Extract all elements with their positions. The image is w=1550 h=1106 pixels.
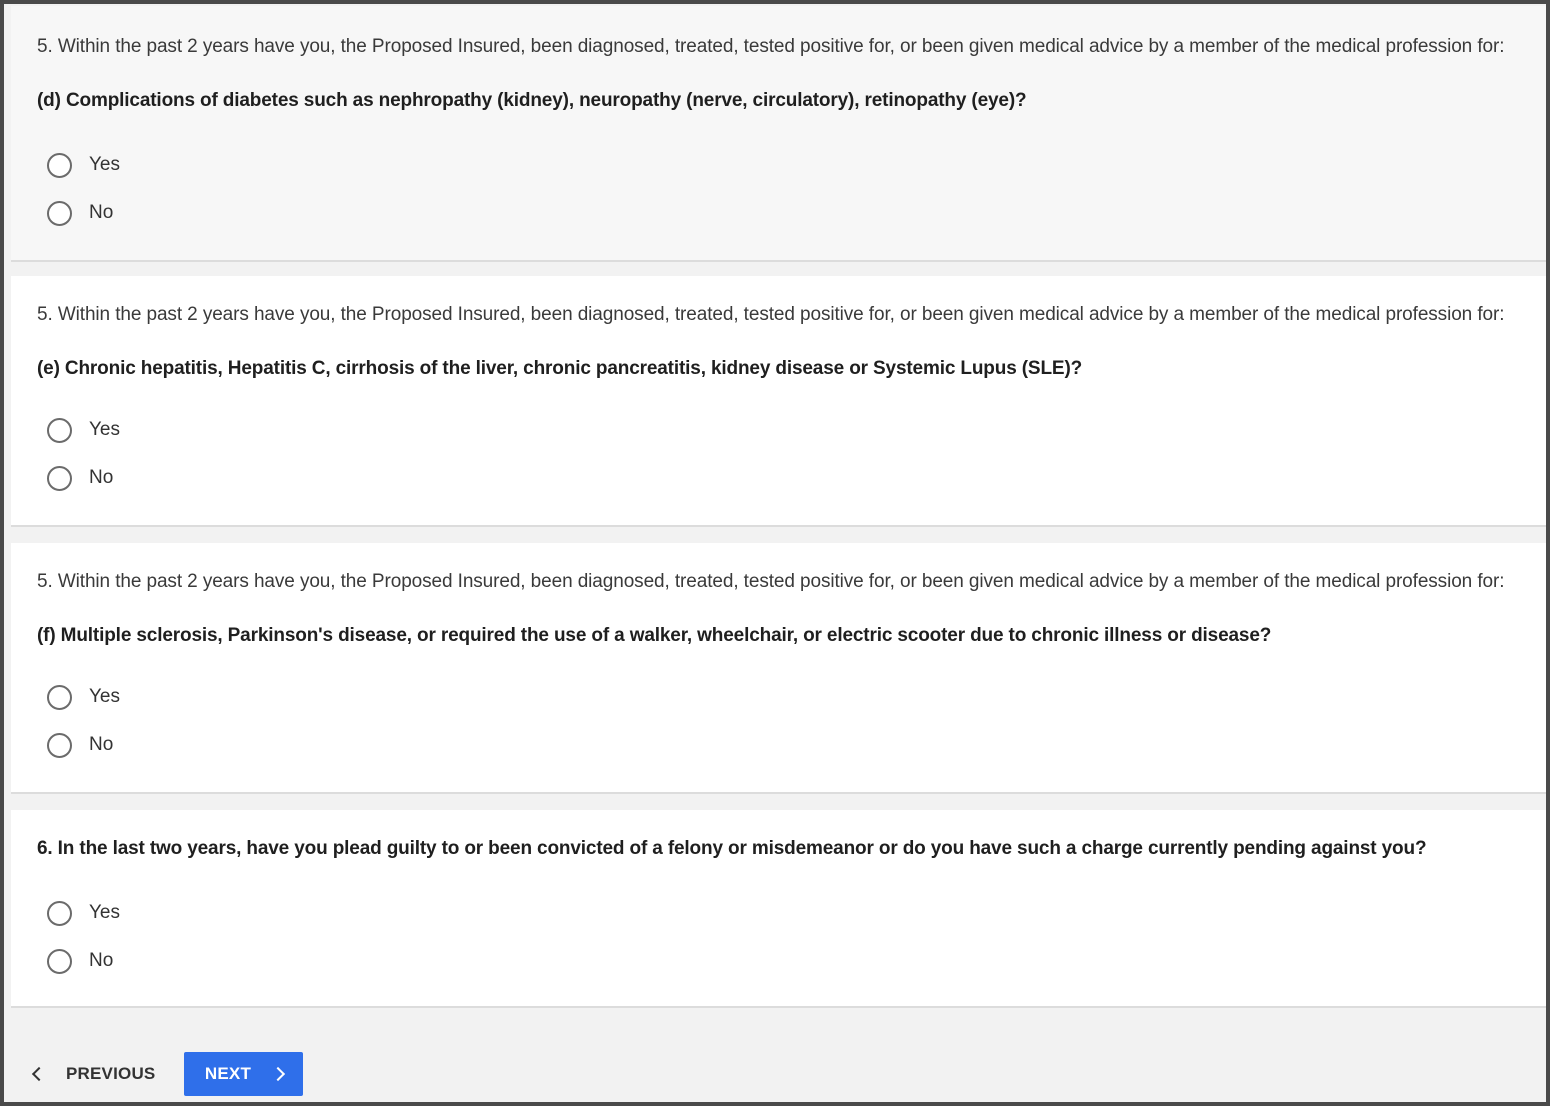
- option-label: No: [89, 950, 114, 971]
- question-text: (d) Complications of diabetes such as ne…: [37, 90, 1027, 111]
- radio-button[interactable]: [47, 900, 72, 926]
- question-card-5f: 5. Within the past 2 years have you, the…: [11, 543, 1546, 794]
- radio-option-yes[interactable]: Yes: [47, 152, 120, 178]
- question-card-6: 6. In the last two years, have you plead…: [11, 810, 1546, 1008]
- question-text: (e) Chronic hepatitis, Hepatitis C, cirr…: [37, 358, 1083, 379]
- option-label: Yes: [89, 419, 120, 440]
- radio-option-yes[interactable]: Yes: [47, 417, 120, 443]
- question-text: (f) Multiple sclerosis, Parkinson's dise…: [37, 625, 1272, 646]
- previous-button[interactable]: PREVIOUS: [24, 1052, 165, 1096]
- question-intro: 5. Within the past 2 years have you, the…: [37, 36, 1505, 57]
- radio-option-yes[interactable]: Yes: [47, 684, 120, 710]
- radio-button[interactable]: [47, 200, 72, 226]
- radio-option-no[interactable]: No: [47, 200, 113, 226]
- chevron-left-icon: [31, 1066, 47, 1082]
- radio-button[interactable]: [47, 948, 72, 974]
- option-label: Yes: [89, 686, 120, 707]
- question-intro: 5. Within the past 2 years have you, the…: [37, 304, 1505, 325]
- option-label: No: [89, 467, 114, 488]
- next-button[interactable]: NEXT: [184, 1052, 304, 1096]
- question-intro: 5. Within the past 2 years have you, the…: [37, 571, 1505, 592]
- option-label: No: [89, 734, 114, 755]
- question-card-5e: 5. Within the past 2 years have you, the…: [11, 276, 1546, 527]
- question-text: 6. In the last two years, have you plead…: [37, 838, 1427, 859]
- radio-button[interactable]: [47, 417, 72, 443]
- radio-button[interactable]: [47, 465, 72, 491]
- radio-option-yes[interactable]: Yes: [47, 900, 120, 926]
- radio-option-no[interactable]: No: [47, 732, 113, 758]
- radio-button[interactable]: [47, 732, 72, 758]
- form-navigation: PREVIOUS NEXT: [24, 1052, 304, 1096]
- radio-button[interactable]: [47, 152, 72, 178]
- page-frame: 5. Within the past 2 years have you, the…: [4, 4, 1546, 1102]
- chevron-right-icon: [270, 1066, 286, 1082]
- radio-option-no[interactable]: No: [47, 948, 113, 974]
- question-card-5d: 5. Within the past 2 years have you, the…: [11, 6, 1546, 262]
- option-label: Yes: [89, 154, 120, 175]
- option-label: Yes: [89, 902, 120, 923]
- radio-option-no[interactable]: No: [47, 465, 113, 491]
- next-label: NEXT: [204, 1064, 252, 1083]
- radio-button[interactable]: [47, 684, 72, 710]
- previous-label: PREVIOUS: [66, 1064, 156, 1083]
- option-label: No: [89, 202, 114, 223]
